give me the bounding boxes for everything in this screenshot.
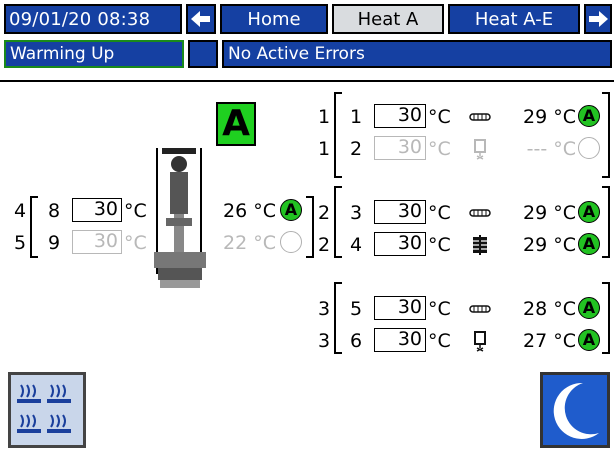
hose-icon <box>468 106 492 128</box>
forward-button[interactable] <box>584 4 612 34</box>
zone-status-led[interactable] <box>280 231 302 253</box>
unit-label: °C <box>428 106 451 128</box>
zone-bracket-group-1 <box>334 92 342 178</box>
hose-icon <box>468 202 492 224</box>
tab-heat-a-e-label: Heat A-E <box>474 8 554 30</box>
heat-zones-icon <box>17 384 71 433</box>
setpoint-input[interactable]: 30 <box>374 200 426 224</box>
moon-icon <box>553 382 599 439</box>
zone-status-led[interactable]: A <box>578 329 600 351</box>
zone-number: 4 <box>350 234 363 256</box>
actual-temp: 29 °C <box>523 202 576 224</box>
zone-number: 1 <box>350 106 363 128</box>
group-number: 4 <box>14 200 27 222</box>
actual-temp: 29 °C <box>523 234 576 256</box>
setpoint-input[interactable]: 30 <box>374 296 426 320</box>
unit-label: °C <box>124 232 147 254</box>
actual-temp: 22 °C <box>223 232 276 254</box>
group-number: 2 <box>318 234 331 256</box>
zone-number: 3 <box>350 202 363 224</box>
zone-number: 6 <box>350 330 363 352</box>
tab-heat-a[interactable]: Heat A <box>332 4 444 34</box>
zone-bracket-group-3 <box>334 282 342 354</box>
zone-status-led[interactable]: A <box>578 297 600 319</box>
error-status-text: No Active Errors <box>228 44 365 64</box>
setpoint-input[interactable]: 30 <box>374 104 426 128</box>
zone-bracket-right <box>306 196 314 258</box>
pump-icon <box>154 148 206 288</box>
group-number: 1 <box>318 138 331 160</box>
group-number: 5 <box>14 232 27 254</box>
unit-label: °C <box>428 330 451 352</box>
setpoint-input[interactable]: 30 <box>374 136 426 160</box>
group-number: 2 <box>318 202 331 224</box>
zone-bracket-left <box>30 196 38 258</box>
arrow-left-icon <box>191 11 210 27</box>
zone-status-led[interactable]: A <box>280 199 302 221</box>
unit-label: °C <box>124 200 147 222</box>
unit-label: °C <box>428 298 451 320</box>
actual-temp: --- °C <box>526 138 576 160</box>
zone-bracket-group-3-end <box>602 282 610 354</box>
setpoint-input[interactable]: 30 <box>72 198 122 222</box>
actual-temp: 28 °C <box>523 298 576 320</box>
zone-bracket-group-2 <box>334 186 342 258</box>
zone-status-led[interactable] <box>578 137 600 159</box>
zone-bracket-group-2-end <box>602 186 610 258</box>
tab-heat-a-label: Heat A <box>357 8 419 30</box>
tab-home-label: Home <box>247 8 301 30</box>
zone-number: 5 <box>350 298 363 320</box>
group-number: 1 <box>318 106 331 128</box>
status-indicator <box>188 40 218 68</box>
heater-icon <box>468 330 492 352</box>
heater-icon <box>468 138 492 160</box>
zone-status-led[interactable]: A <box>578 105 600 127</box>
zone-status-led[interactable]: A <box>578 233 600 255</box>
back-button[interactable] <box>186 4 216 34</box>
tab-home[interactable]: Home <box>220 4 328 34</box>
group-number: 3 <box>318 330 331 352</box>
heat-zones-button[interactable] <box>8 372 86 448</box>
system-state: Warming Up <box>4 40 184 68</box>
datetime-display: 09/01/20 08:38 <box>4 4 182 34</box>
zone-status-led[interactable]: A <box>578 201 600 223</box>
setpoint-input[interactable]: 30 <box>374 328 426 352</box>
divider <box>0 80 614 82</box>
zone-number: 8 <box>48 200 61 222</box>
sleep-button[interactable] <box>540 372 610 448</box>
setpoint-input[interactable]: 30 <box>374 232 426 256</box>
zone-number: 2 <box>350 138 363 160</box>
zone-badge-label: A <box>222 103 250 144</box>
actual-temp: 29 °C <box>523 106 576 128</box>
zone-badge: A <box>216 102 256 146</box>
manifold-icon <box>468 234 492 256</box>
datetime-text: 09/01/20 08:38 <box>9 8 151 30</box>
zone-number: 9 <box>48 232 61 254</box>
actual-temp: 26 °C <box>223 200 276 222</box>
system-state-text: Warming Up <box>10 44 115 64</box>
error-status: No Active Errors <box>222 40 612 68</box>
group-number: 3 <box>318 298 331 320</box>
setpoint-input[interactable]: 30 <box>72 230 122 254</box>
tab-heat-a-e[interactable]: Heat A-E <box>448 4 580 34</box>
zone-bracket-group-1-end <box>602 92 610 178</box>
actual-temp: 27 °C <box>523 330 576 352</box>
unit-label: °C <box>428 234 451 256</box>
unit-label: °C <box>428 138 451 160</box>
hose-icon <box>468 298 492 320</box>
unit-label: °C <box>428 202 451 224</box>
arrow-right-icon <box>589 11 608 27</box>
